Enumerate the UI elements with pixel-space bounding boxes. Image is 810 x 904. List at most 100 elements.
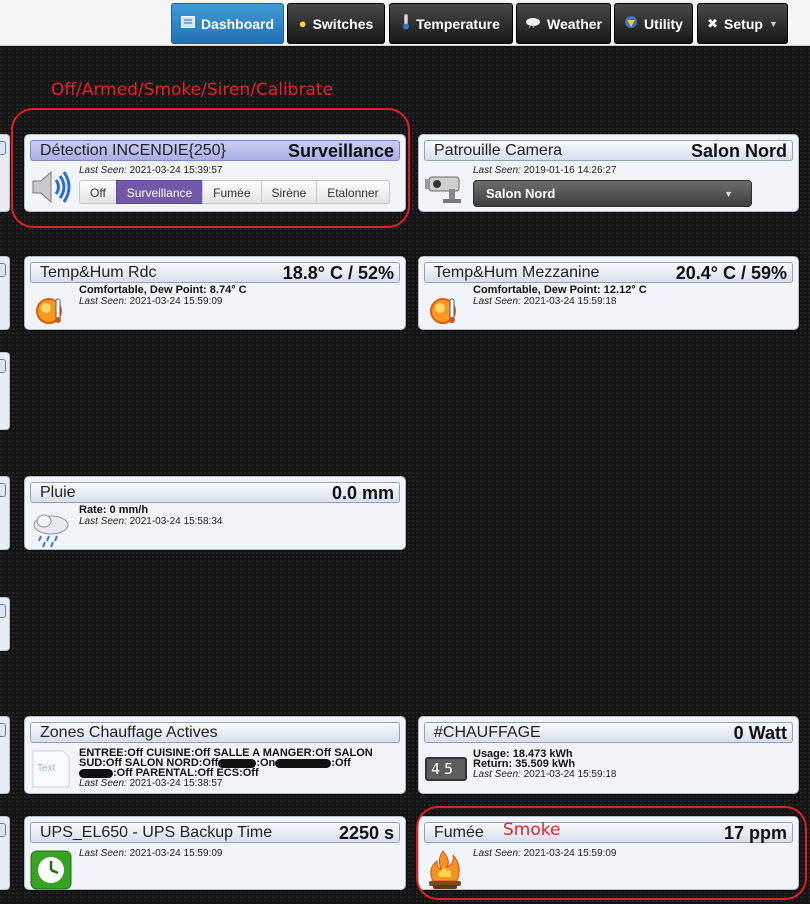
level-sirene-button[interactable]: Sirène (260, 180, 318, 204)
heating-energy-card: #CHAUFFAGE 0 Watt 45 Usage: 18.473 kWh R… (418, 716, 799, 794)
ups-backup-card: UPS_EL650 - UPS Backup Time 2250 s Last … (24, 816, 406, 890)
edge-button-icon (0, 723, 6, 737)
card-name: Temp&Hum Mezzanine (434, 264, 600, 281)
top-nav-bar: Dashboard ● Switches Temperature Weather… (0, 0, 810, 46)
comfort-status: Comfortable, Dew Point: 12.12° C (473, 284, 647, 296)
level-off-button[interactable]: Off (79, 180, 117, 204)
nav-weather-button[interactable]: Weather (516, 3, 611, 44)
card-header: Zones Chauffage Actives (30, 722, 400, 743)
last-seen: Last Seen: 2021-03-24 15:38:57 (79, 778, 223, 789)
card-header: #CHAUFFAGE 0 Watt (424, 722, 793, 743)
last-seen: Last Seen: 2019-01-16 14:26:27 (473, 165, 617, 176)
speaker-icon[interactable] (29, 165, 73, 209)
redacted-zone-name (275, 758, 332, 768)
left-edge-card[interactable] (0, 134, 10, 212)
level-selector: Off Surveillance Fumée Sirène Etalonner (79, 180, 399, 204)
temperature-sun-icon[interactable] (423, 287, 467, 331)
rain-rate: Rate: 0 mm/h (79, 504, 149, 516)
nav-switches-button[interactable]: ● Switches (287, 3, 385, 44)
left-edge-card[interactable] (0, 816, 10, 890)
nav-utility-label: Utility (644, 15, 683, 32)
card-name: Détection INCENDIE{250} (40, 142, 226, 159)
last-seen: Last Seen: 2021-03-24 15:59:09 (79, 848, 223, 859)
temp-hum-mezzanine-card: Temp&Hum Mezzanine 20.4° C / 59% Comfort… (418, 256, 799, 330)
camera-card: Patrouille Camera Salon Nord Last Seen: … (418, 134, 799, 212)
left-edge-card[interactable] (0, 352, 10, 430)
rain-card: Pluie 0.0 mm Rate: 0 mm/h Last Seen: 202… (24, 476, 406, 550)
redacted-zone-name (79, 768, 113, 778)
return-value: Return: 35.509 kWh (473, 758, 576, 770)
weather-cloud-icon (525, 16, 541, 31)
left-edge-card[interactable] (0, 476, 10, 550)
utility-icon (624, 15, 638, 32)
nav-switches-label: Switches (312, 15, 374, 32)
last-seen: Last Seen: 2021-03-24 15:59:18 (473, 769, 617, 780)
card-name: #CHAUFFAGE (434, 724, 541, 741)
nav-dashboard-label: Dashboard (200, 15, 275, 32)
temp-hum-rdc-card: Temp&Hum Rdc 18.8° C / 52% Comfortable, … (24, 256, 406, 330)
dropdown-selected-value: Salon Nord (486, 186, 556, 201)
text-device-icon[interactable]: Text (29, 747, 73, 791)
meter-digits: 45 (431, 760, 458, 778)
card-value: 0.0 mm (331, 483, 394, 503)
heating-zones-card: Zones Chauffage Actives Text ENTREE:Off … (24, 716, 406, 794)
thermometer-icon (402, 14, 410, 33)
card-name: Temp&Hum Rdc (40, 264, 157, 281)
card-header: Temp&Hum Mezzanine 20.4° C / 59% (424, 262, 793, 283)
left-edge-card[interactable] (0, 256, 10, 330)
zones-line-3: :Off PARENTAL:Off ECS:Off (79, 768, 399, 779)
chevron-down-icon: ▼ (724, 189, 733, 199)
temperature-sun-icon[interactable] (29, 287, 73, 331)
card-value: 18.8° C / 52% (282, 263, 394, 283)
edge-button-icon (0, 604, 6, 618)
level-fumee-button[interactable]: Fumée (202, 180, 262, 204)
card-name: Patrouille Camera (434, 142, 563, 159)
nav-temperature-button[interactable]: Temperature (389, 3, 513, 44)
last-seen: Last Seen: 2021-03-24 15:59:09 (79, 296, 223, 307)
last-seen: Last Seen: 2021-03-24 15:58:34 (79, 516, 223, 527)
text-icon-label: Text (37, 763, 56, 774)
nav-setup-label: Setup (724, 15, 763, 32)
camera-icon[interactable] (423, 165, 467, 209)
nav-weather-label: Weather (547, 15, 602, 32)
card-value: 2250 s (338, 823, 394, 843)
edge-button-icon (0, 141, 6, 155)
clock-icon[interactable] (29, 849, 73, 893)
card-value: Salon Nord (690, 141, 787, 161)
card-value: 20.4° C / 59% (675, 263, 787, 283)
level-surveillance-button[interactable]: Surveillance (115, 180, 204, 204)
smoke-highlight-ring (416, 806, 807, 900)
edge-button-icon (0, 263, 6, 277)
rain-cloud-icon[interactable] (29, 507, 73, 551)
counter-meter-icon[interactable]: 45 (423, 751, 467, 795)
card-value: 0 Watt (733, 723, 787, 743)
card-header: Pluie 0.0 mm (30, 482, 400, 503)
card-name: Zones Chauffage Actives (40, 724, 218, 741)
last-seen: Last Seen: 2021-03-24 15:39:57 (79, 165, 223, 176)
edge-button-icon (0, 823, 6, 837)
wrench-icon: ✖ (707, 15, 719, 31)
card-value: Surveillance (287, 141, 394, 161)
camera-preset-dropdown[interactable]: Salon Nord ▼ (473, 180, 752, 207)
card-header: Patrouille Camera Salon Nord (424, 140, 793, 161)
nav-utility-button[interactable]: Utility (614, 3, 693, 44)
card-header: UPS_EL650 - UPS Backup Time 2250 s (30, 822, 400, 843)
dashboard-icon (180, 16, 195, 31)
lightbulb-icon: ● (298, 16, 307, 31)
fire-detection-card: Détection INCENDIE{250} Surveillance Las… (24, 134, 406, 212)
nav-dashboard-button[interactable]: Dashboard (171, 3, 284, 44)
left-edge-card[interactable] (0, 716, 10, 794)
edge-button-icon (0, 359, 6, 373)
card-header: Détection INCENDIE{250} Surveillance (30, 140, 400, 161)
level-etalonner-button[interactable]: Etalonner (316, 180, 390, 204)
comfort-status: Comfortable, Dew Point: 8.74° C (79, 284, 247, 296)
card-header: Temp&Hum Rdc 18.8° C / 52% (30, 262, 400, 283)
nav-temperature-label: Temperature (416, 15, 500, 32)
card-name: Pluie (40, 484, 76, 501)
modes-annotation: Off/Armed/Smoke/Siren/Calibrate (51, 80, 334, 100)
left-edge-card[interactable] (0, 597, 10, 651)
chevron-down-icon: ▼ (768, 18, 778, 29)
last-seen: Last Seen: 2021-03-24 15:59:18 (473, 296, 617, 307)
card-name: UPS_EL650 - UPS Backup Time (40, 824, 273, 841)
nav-setup-button[interactable]: ✖ Setup ▼ (697, 3, 788, 44)
